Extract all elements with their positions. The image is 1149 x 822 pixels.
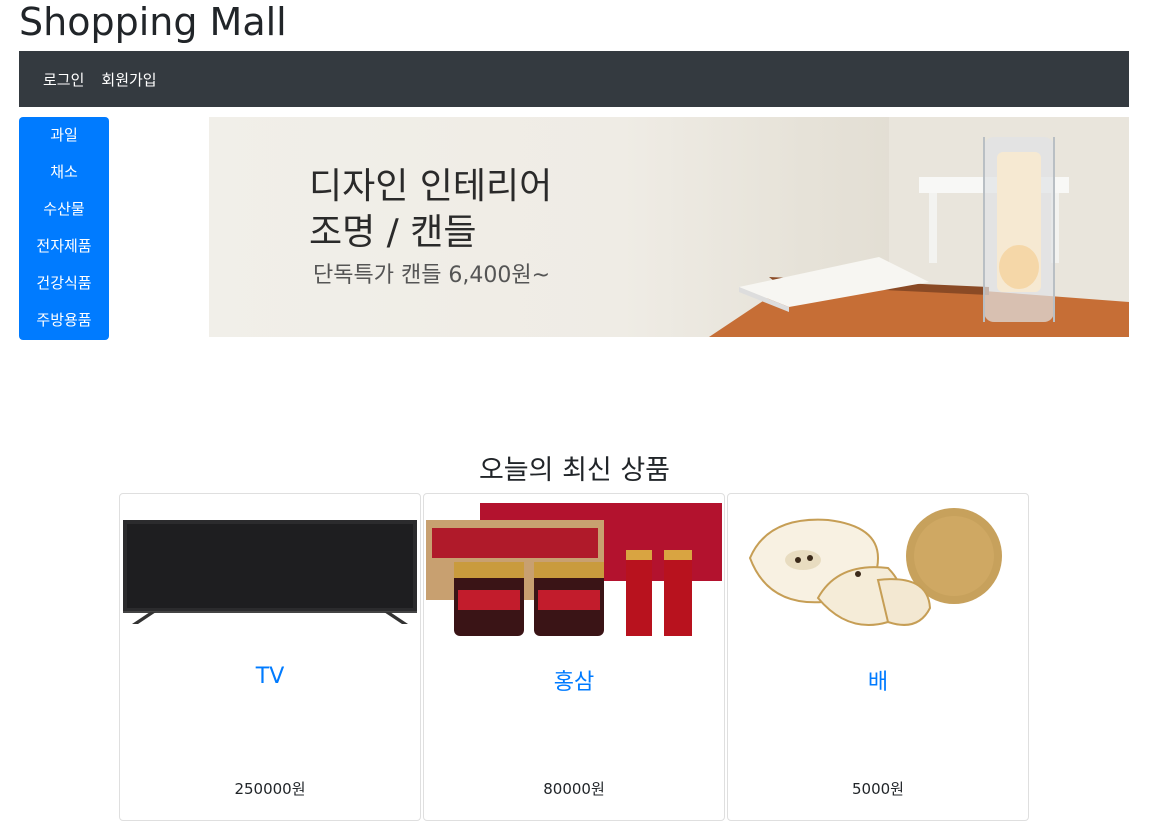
product-price: 250000원 bbox=[234, 780, 306, 798]
banner-interior-image bbox=[709, 117, 1129, 337]
red-ginseng-image bbox=[426, 503, 722, 636]
product-name[interactable]: 배 bbox=[728, 664, 1028, 696]
category-item-electronics[interactable]: 전자제품 bbox=[19, 230, 109, 267]
category-item-kitchen[interactable]: 주방용품 bbox=[19, 304, 109, 341]
product-card-red-ginseng[interactable]: 홍삼 80000원 bbox=[423, 493, 725, 821]
product-card-pear[interactable]: 배 5000원 bbox=[727, 493, 1029, 821]
product-card-tv[interactable]: TV 250000원 bbox=[119, 493, 421, 821]
signup-link[interactable]: 회원가입 bbox=[101, 69, 156, 90]
site-title: Shopping Mall bbox=[19, 0, 287, 44]
pear-image bbox=[748, 508, 1002, 626]
product-price: 5000원 bbox=[852, 780, 904, 798]
banner-price-text: 단독특가 캔들 6,400원~ bbox=[313, 263, 551, 288]
product-name[interactable]: 홍삼 bbox=[424, 664, 724, 696]
category-item-seafood[interactable]: 수산물 bbox=[19, 193, 109, 230]
category-item-health-food[interactable]: 건강식품 bbox=[19, 267, 109, 304]
login-link[interactable]: 로그인 bbox=[43, 69, 84, 90]
top-navbar: 로그인 회원가입 bbox=[19, 51, 1129, 107]
category-item-fruit[interactable]: 과일 bbox=[19, 119, 109, 156]
banner-subheadline: 조명 / 캔들 bbox=[309, 212, 477, 253]
product-name[interactable]: TV bbox=[120, 664, 420, 689]
product-price: 80000원 bbox=[543, 780, 605, 798]
tv-image bbox=[123, 520, 417, 624]
section-title: 오늘의 최신 상품 bbox=[478, 455, 671, 486]
category-item-vegetable[interactable]: 채소 bbox=[19, 156, 109, 193]
banner-headline: 디자인 인테리어 bbox=[309, 166, 553, 207]
category-menu: 과일 채소 수산물 전자제품 건강식품 주방용품 bbox=[19, 117, 109, 340]
promo-banner[interactable]: 디자인 인테리어 조명 / 캔들 단독특가 캔들 6,400원~ bbox=[209, 117, 1129, 337]
